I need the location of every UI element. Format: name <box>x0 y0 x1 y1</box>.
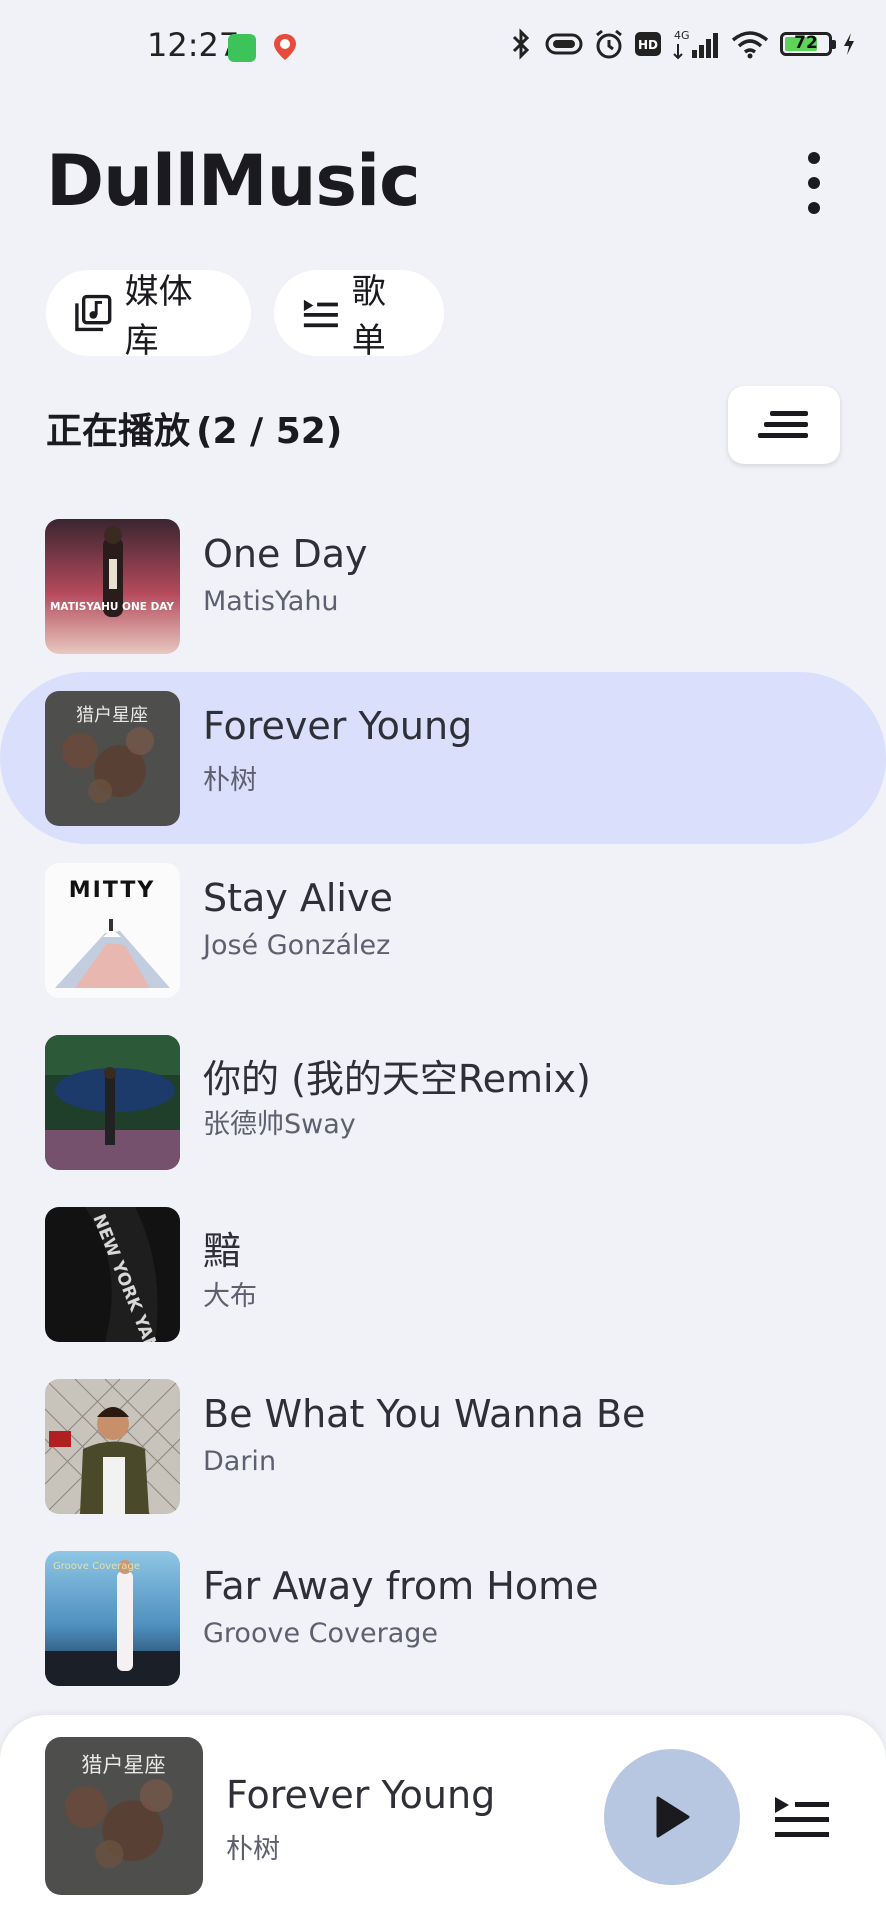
song-row[interactable]: NEW YORK YANKEES 黯 大布 <box>0 1188 886 1360</box>
signal-icon: 4G <box>673 29 718 60</box>
play-icon <box>656 1796 690 1838</box>
play-button[interactable] <box>604 1749 740 1885</box>
network-type-label: 4G <box>674 29 690 42</box>
svg-text:HD: HD <box>638 38 658 52</box>
album-cover: NEW YORK YANKEES <box>45 1207 180 1342</box>
song-list: MATISYAHU ONE DAY One Day MatisYahu 猎户星座… <box>0 500 886 1876</box>
now-playing-heading: 正在播放 (2 / 52) <box>46 402 342 454</box>
playlists-chip[interactable]: 歌单 <box>274 270 444 361</box>
more-dot-icon <box>808 152 820 164</box>
app-title: DullMusic <box>46 140 421 222</box>
mini-player[interactable]: 猎户星座 Forever Young 朴树 <box>0 1715 886 1920</box>
song-artist: José González <box>203 930 391 961</box>
cover-text: MITTY <box>69 878 156 903</box>
song-artist: MatisYahu <box>203 586 339 617</box>
charging-icon <box>844 33 854 55</box>
library-chip-label: 媒体库 <box>124 272 193 361</box>
alarm-icon <box>596 29 622 59</box>
vibrate-icon <box>545 33 583 55</box>
album-cover <box>45 1379 180 1514</box>
cover-text: Groove Coverage <box>53 1561 140 1572</box>
more-dot-icon <box>808 202 820 214</box>
library-chip[interactable]: 媒体库 <box>46 270 251 361</box>
playlist-icon <box>303 299 338 328</box>
song-artist: 大布 <box>203 1281 257 1312</box>
wifi-icon <box>731 31 769 59</box>
queue-icon <box>775 1797 829 1837</box>
status-bar: 12:27 HD 4G 72 <box>0 0 886 100</box>
more-options-button[interactable] <box>792 152 836 214</box>
song-title: Far Away from Home <box>203 1564 599 1608</box>
now-playing-count: (2 / 52) <box>196 411 343 452</box>
song-row[interactable]: MATISYAHU ONE DAY One Day MatisYahu <box>0 500 886 672</box>
song-artist: 朴树 <box>203 765 257 796</box>
playlists-chip-label: 歌单 <box>351 272 386 361</box>
song-artist: 张德帅Sway <box>203 1109 356 1140</box>
library-icon <box>75 294 112 332</box>
song-row[interactable]: 你的 (我的天空Remix) 张德帅Sway <box>0 1016 886 1188</box>
player-song-title: Forever Young <box>226 1773 496 1817</box>
song-title: One Day <box>203 532 368 576</box>
more-dot-icon <box>808 177 820 189</box>
album-cover: MITTY <box>45 863 180 998</box>
song-row-playing[interactable]: 猎户星座 Forever Young 朴树 <box>0 672 886 844</box>
song-artist: Groove Coverage <box>203 1618 438 1649</box>
song-artist: Darin <box>203 1446 277 1477</box>
song-title: 黯 <box>203 1229 242 1273</box>
cover-text: 猎户星座 <box>76 705 148 726</box>
album-cover: Groove Coverage <box>45 1551 180 1686</box>
song-title: 你的 (我的天空Remix) <box>203 1057 591 1101</box>
album-cover <box>45 1035 180 1170</box>
song-title: Stay Alive <box>203 876 393 920</box>
song-title: Forever Young <box>203 704 473 748</box>
sort-button[interactable] <box>728 386 840 464</box>
song-row[interactable]: Groove Coverage Far Away from Home Groov… <box>0 1532 886 1704</box>
song-row[interactable]: MITTY Stay Alive José González <box>0 844 886 1016</box>
map-notification-icon <box>274 34 296 60</box>
now-playing-label: 正在播放 <box>46 411 191 452</box>
battery-icon: 72 <box>780 32 836 56</box>
song-row[interactable]: Be What You Wanna Be Darin <box>0 1360 886 1532</box>
hd-icon: HD <box>635 32 661 56</box>
status-time: 12:27 <box>147 26 240 64</box>
song-title: Be What You Wanna Be <box>203 1392 646 1436</box>
status-icons: HD 4G 72 <box>508 28 856 60</box>
cover-text: MATISYAHU ONE DAY <box>50 601 174 613</box>
bluetooth-icon <box>512 28 530 60</box>
player-song-artist: 朴树 <box>226 1834 280 1865</box>
app-notification-icon <box>228 34 256 62</box>
player-album-cover: 猎户星座 <box>45 1737 203 1895</box>
queue-button[interactable] <box>770 1787 834 1847</box>
album-cover: 猎户星座 <box>45 691 180 826</box>
sort-icon <box>758 411 808 438</box>
battery-level: 72 <box>794 33 818 53</box>
album-cover: MATISYAHU ONE DAY <box>45 519 180 654</box>
cover-text: 猎户星座 <box>81 1752 165 1777</box>
